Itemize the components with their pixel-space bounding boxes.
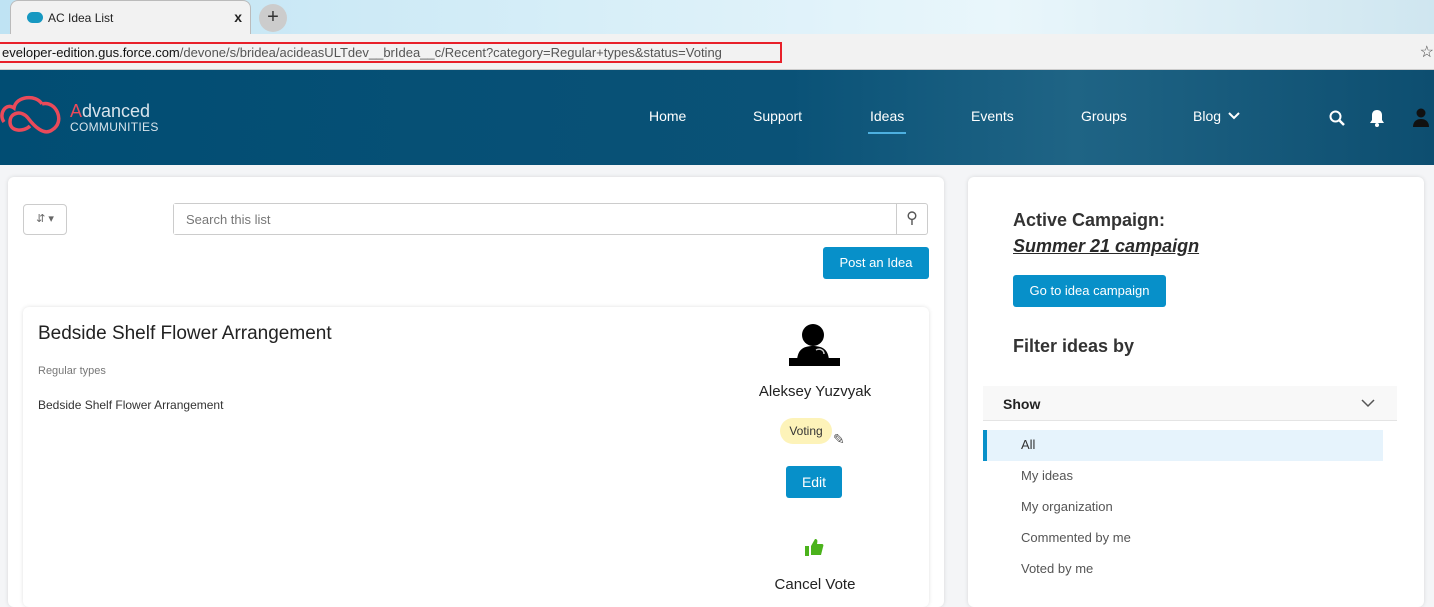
edit-button[interactable]: Edit	[786, 466, 842, 498]
filter-all[interactable]: All	[983, 430, 1383, 461]
sort-icon: ⇵ ▾	[36, 213, 54, 225]
bell-icon[interactable]	[1369, 109, 1385, 127]
bookmark-star-icon[interactable]: ☆	[1420, 42, 1434, 62]
search-icon[interactable]: ⚲	[896, 204, 927, 234]
filter-commented-by-me[interactable]: Commented by me	[983, 523, 1383, 554]
thumbs-up-icon[interactable]	[804, 538, 824, 558]
logo-text: Advanced COMMUNITIES	[70, 101, 159, 134]
author-avatar-icon	[789, 324, 840, 366]
browser-tab-bar: AC Idea List x +	[0, 0, 1434, 34]
salesforce-cloud-icon	[27, 12, 43, 23]
url-field[interactable]: eveloper-edition.gus.force.com/devone/s/…	[0, 42, 782, 63]
filter-my-organization[interactable]: My organization	[983, 492, 1383, 523]
nav-home[interactable]: Home	[649, 108, 686, 124]
address-bar: eveloper-edition.gus.force.com/devone/s/…	[0, 34, 1434, 70]
author-name[interactable]: Aleksey Yuzvyak	[740, 383, 890, 400]
post-idea-button[interactable]: Post an Idea	[823, 247, 929, 279]
nav-ideas[interactable]: Ideas	[867, 108, 907, 134]
sort-button[interactable]: ⇵ ▾	[23, 204, 67, 235]
url-host: eveloper-edition.gus.force.com	[2, 45, 180, 60]
pencil-icon[interactable]: ✎	[833, 431, 845, 448]
idea-description: Bedside Shelf Flower Arrangement	[38, 398, 224, 412]
nav-blog[interactable]: Blog	[1193, 108, 1221, 124]
active-campaign-heading: Active Campaign:	[1013, 210, 1166, 230]
search-box: ⚲	[173, 203, 928, 235]
user-avatar-icon[interactable]	[1412, 108, 1430, 128]
cancel-vote-link[interactable]: Cancel Vote	[740, 576, 890, 593]
browser-tab[interactable]: AC Idea List x	[10, 0, 251, 34]
url-path: /devone/s/bridea/acideasULTdev__brIdea__…	[179, 45, 722, 60]
campaign-link[interactable]: Summer 21 campaign	[1013, 236, 1199, 257]
close-tab-icon[interactable]: x	[234, 9, 242, 25]
status-badge: Voting	[780, 418, 832, 444]
site-header: Advanced COMMUNITIES Home Support Ideas E…	[0, 70, 1434, 165]
idea-title[interactable]: Bedside Shelf Flower Arrangement	[38, 323, 332, 345]
filter-heading: Filter ideas by	[1013, 336, 1135, 356]
show-filter-header[interactable]: Show	[983, 386, 1397, 421]
advanced-communities-logo[interactable]	[0, 92, 64, 138]
filter-voted-by-me[interactable]: Voted by me	[983, 554, 1383, 585]
idea-category: Regular types	[38, 365, 106, 377]
nav-groups[interactable]: Groups	[1081, 108, 1127, 124]
chevron-down-icon[interactable]	[1361, 399, 1375, 408]
nav-events[interactable]: Events	[971, 108, 1014, 124]
filter-my-ideas[interactable]: My ideas	[983, 461, 1383, 492]
show-label: Show	[1003, 396, 1041, 412]
search-input[interactable]	[174, 204, 894, 234]
go-to-campaign-button[interactable]: Go to idea campaign	[1013, 275, 1166, 307]
chevron-down-icon[interactable]	[1228, 112, 1240, 120]
search-icon[interactable]	[1329, 110, 1345, 126]
nav-support[interactable]: Support	[753, 108, 802, 124]
tab-title: AC Idea List	[48, 11, 114, 25]
new-tab-button[interactable]: +	[259, 4, 287, 32]
